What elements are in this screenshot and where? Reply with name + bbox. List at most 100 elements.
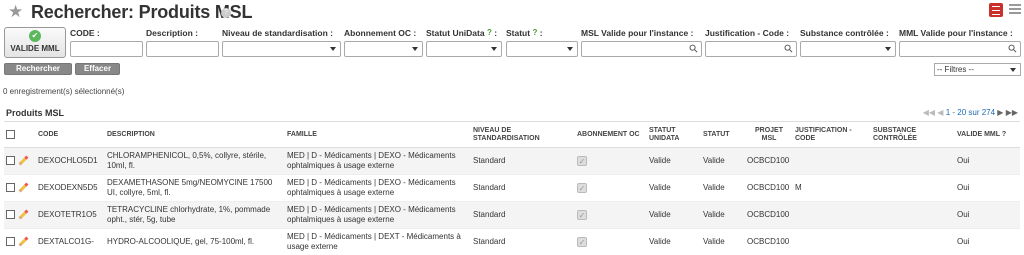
saved-filters-select[interactable]: -- Filtres -- [934, 63, 1021, 76]
filter-label-abonnement: Abonnement OC : [344, 28, 417, 38]
cell-valide: Oui [955, 201, 1020, 229]
cell-justification [793, 201, 871, 229]
row-checkbox[interactable] [6, 210, 15, 220]
table-row[interactable]: DEXOCHLO5D1 CHLORAMPHENICOL, 0,5%, colly… [4, 147, 1020, 175]
col-header[interactable]: JUSTIFICATION - CODE [793, 121, 871, 148]
col-header[interactable]: ABONNEMENT OC [575, 121, 647, 148]
row-select [4, 147, 36, 175]
msl-valide-search-input[interactable] [581, 41, 702, 57]
col-header[interactable]: PROJET MSL [745, 121, 793, 148]
cell-valide: Oui [955, 147, 1020, 175]
row-select [4, 174, 36, 202]
check-circle-icon: ✔ [29, 30, 41, 42]
pencil-icon[interactable] [18, 210, 28, 220]
cell-substance [871, 174, 955, 202]
cell-abonnement: ✓ [575, 147, 647, 175]
abonnement-checkbox: ✓ [577, 155, 587, 166]
substance-select[interactable] [800, 41, 896, 57]
question-icon[interactable]: ? [221, 8, 231, 18]
selection-info: 0 enregistrement(s) sélectionné(s) [3, 87, 125, 96]
cell-statut: Valide [701, 174, 745, 202]
filter-label-code: CODE : [70, 28, 100, 38]
statut-select[interactable] [506, 41, 578, 57]
cell-statut: Valide [701, 147, 745, 175]
cell-valide: Oui [955, 174, 1020, 202]
cell-substance [871, 201, 955, 229]
cell-abonnement: ✓ [575, 174, 647, 202]
table-row[interactable]: DEXTALCO1G- HYDRO-ALCOOLIQUE, gel, 75-10… [4, 228, 1020, 255]
cell-justification [793, 228, 871, 255]
filter-label-substance: Substance contrôlée : [800, 28, 889, 38]
search-button[interactable]: Rechercher [4, 63, 72, 75]
col-header[interactable]: STATUT UNIDATA [647, 121, 701, 148]
next-page-icon[interactable]: ▶ [997, 108, 1003, 117]
last-page-icon[interactable]: ▶▶ [1006, 108, 1018, 117]
cell-description: DEXAMETHASONE 5mg/NEOMYCINE 17500 UI, co… [105, 174, 285, 202]
cell-niveau: Standard [471, 228, 575, 255]
cell-famille: MED | D - Médicaments | DEXO - Médicamen… [285, 201, 471, 229]
cell-famille: MED | D - Médicaments | DEXO - Médicamen… [285, 174, 471, 202]
col-header[interactable]: FAMILLE [285, 121, 471, 148]
list-view-icon[interactable] [989, 3, 1003, 17]
pager-count: 1 - 20 sur 274 [945, 108, 996, 117]
cell-code: DEXODEXN5D5 [36, 174, 105, 202]
cell-statut-unidata: Valide [647, 174, 701, 202]
filter-label-statut: Statut ? : [506, 28, 543, 38]
cell-substance [871, 228, 955, 255]
row-checkbox[interactable] [6, 237, 15, 247]
col-header[interactable]: SUBSTANCE CONTRÔLÉE [871, 121, 955, 148]
cell-code: DEXOCHLO5D1 [36, 147, 105, 175]
filter-label-mml-valide: MML Valide pour l'instance : [899, 28, 1013, 38]
filter-label-justification: Justification - Code : [705, 28, 790, 38]
prev-page-icon[interactable]: ◀ [937, 108, 943, 117]
title-bar: ★ Rechercher: Produits MSL ? [0, 0, 1024, 24]
cell-valide: Oui [955, 228, 1020, 255]
first-page-icon[interactable]: ◀◀ [923, 108, 935, 117]
clear-button[interactable]: Effacer [75, 63, 120, 75]
description-input[interactable] [146, 41, 219, 57]
cell-abonnement: ✓ [575, 228, 647, 255]
cell-justification [793, 147, 871, 175]
valide-mml-button[interactable]: ✔ VALIDE MML [4, 27, 66, 58]
abonnement-select[interactable] [344, 41, 423, 57]
col-header[interactable]: DESCRIPTION [105, 121, 285, 148]
page-title: Rechercher: Produits MSL [31, 2, 253, 22]
select-all-checkbox[interactable] [6, 129, 15, 139]
cell-abonnement: ✓ [575, 201, 647, 229]
cell-statut: Valide [701, 228, 745, 255]
list-title: Produits MSL [6, 108, 64, 118]
filter-label-msl-valide: MSL Valide pour l'instance : [581, 28, 694, 38]
col-header[interactable]: CODE [36, 121, 105, 148]
select-all-header[interactable] [4, 121, 36, 148]
pencil-icon[interactable] [18, 183, 28, 193]
col-header[interactable]: NIVEAU DE STANDARDISATION [471, 121, 575, 148]
statut-unidata-select[interactable] [426, 41, 502, 57]
results-table: CODE DESCRIPTION FAMILLE NIVEAU DE STAND… [4, 121, 1020, 255]
cell-famille: MED | D - Médicaments | DEXT - Médicamen… [285, 228, 471, 255]
mml-valide-search-input[interactable] [899, 41, 1021, 57]
cell-projet: OCBCD100 [745, 228, 793, 255]
pencil-icon[interactable] [18, 237, 28, 247]
grid-view-icon[interactable] [1009, 4, 1021, 16]
table-row[interactable]: DEXOTETR1O5 TETRACYCLINE chlorhydrate, 1… [4, 201, 1020, 229]
table-row[interactable]: DEXODEXN5D5 DEXAMETHASONE 5mg/NEOMYCINE … [4, 174, 1020, 202]
abonnement-checkbox: ✓ [577, 209, 587, 220]
filter-label-description: Description : [146, 28, 198, 38]
col-header[interactable]: STATUT [701, 121, 745, 148]
justification-search-input[interactable] [705, 41, 797, 57]
pencil-icon[interactable] [18, 156, 28, 166]
star-icon[interactable]: ★ [8, 2, 23, 22]
cell-statut-unidata: Valide [647, 201, 701, 229]
code-input[interactable] [70, 41, 143, 57]
cell-code: DEXOTETR1O5 [36, 201, 105, 229]
row-checkbox[interactable] [6, 156, 15, 166]
filter-label-niveau: Niveau de standardisation : [222, 28, 333, 38]
cell-niveau: Standard [471, 174, 575, 202]
niveau-select[interactable] [222, 41, 341, 57]
cell-code: DEXTALCO1G- [36, 228, 105, 255]
col-header[interactable]: VALIDE MML ? [955, 121, 1020, 148]
cell-description: TETRACYCLINE chlorhydrate, 1%, pommade o… [105, 201, 285, 229]
cell-projet: OCBCD100 [745, 174, 793, 202]
row-checkbox[interactable] [6, 183, 15, 193]
cell-niveau: Standard [471, 201, 575, 229]
